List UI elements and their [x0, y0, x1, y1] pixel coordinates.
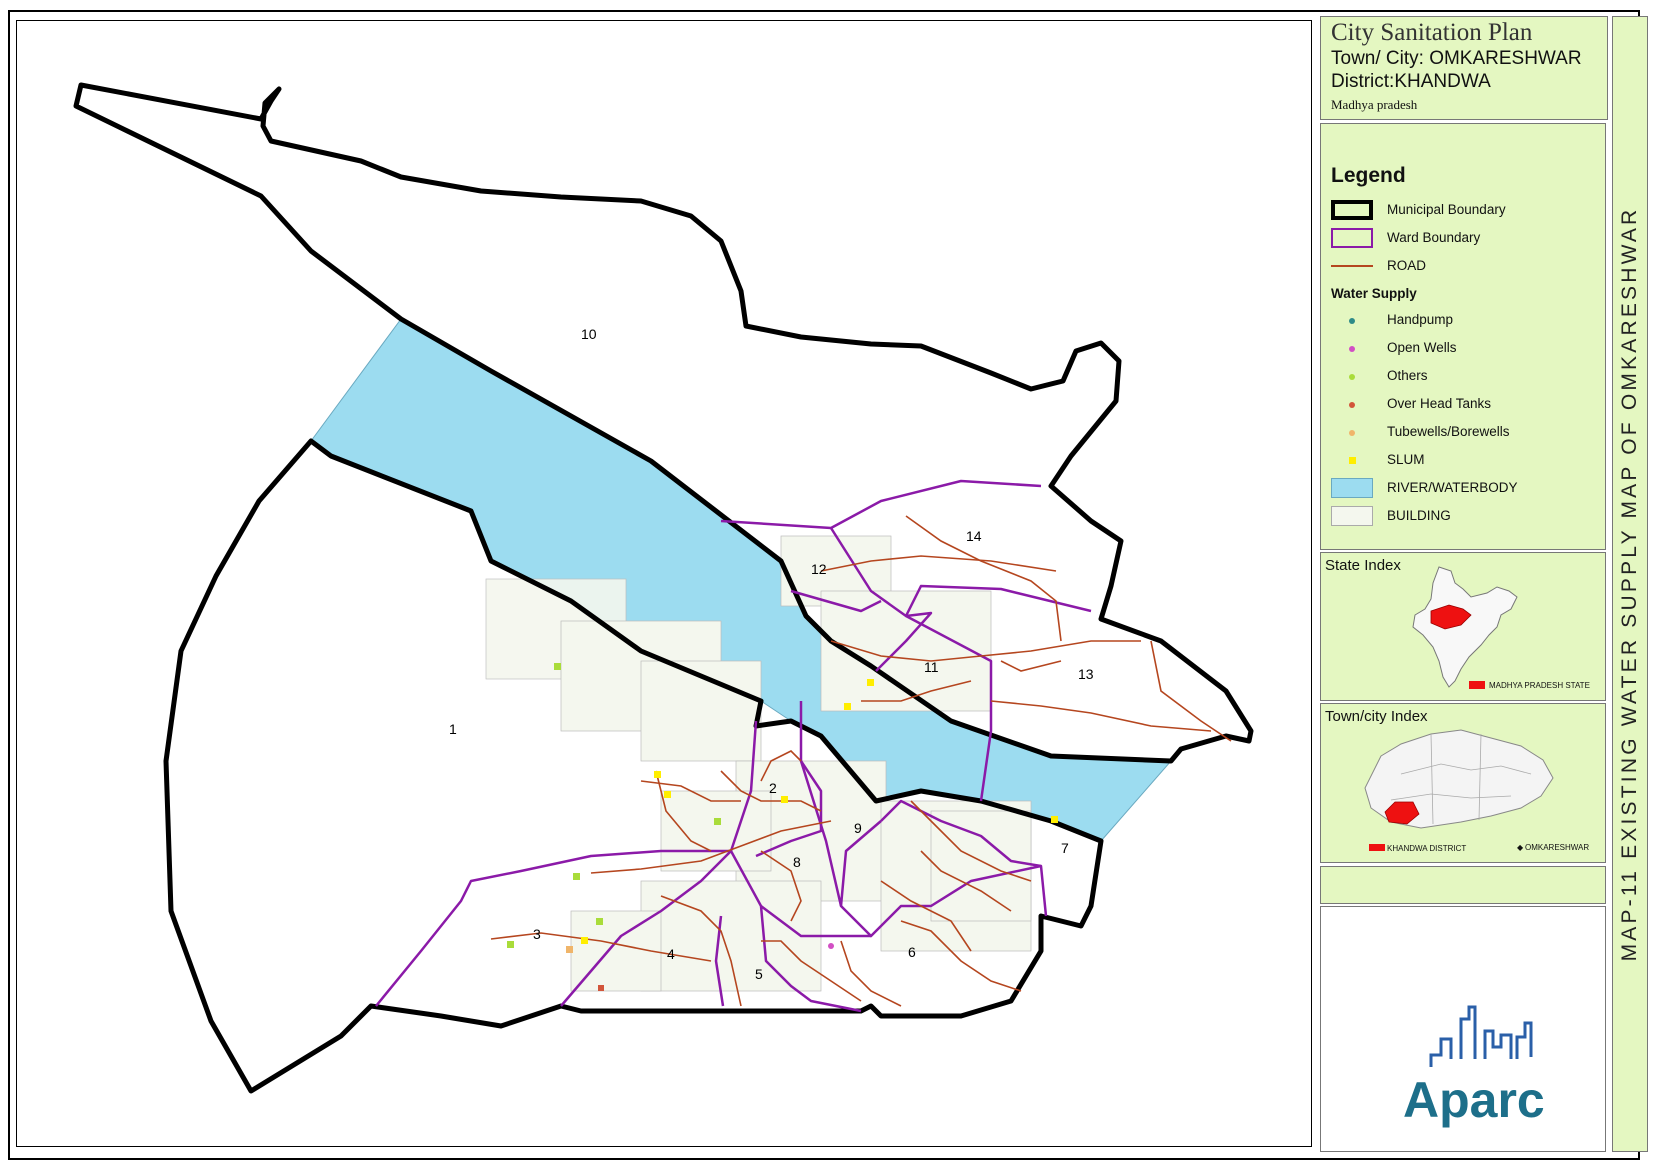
tubewell-icon — [1331, 422, 1373, 442]
legend-label: Others — [1387, 368, 1428, 383]
ward-label: 12 — [811, 561, 827, 577]
ward-label: 11 — [924, 659, 939, 675]
legend-label: Open Wells — [1387, 340, 1457, 355]
municipal-boundary-swatch — [1331, 200, 1373, 220]
legend-label: SLUM — [1387, 452, 1425, 467]
logo-panel: Aparc — [1320, 906, 1606, 1152]
ward-label: 8 — [793, 854, 801, 870]
town-marker-icon: ◆ — [1517, 843, 1524, 852]
state-line: Madhya pradesh — [1331, 97, 1418, 112]
legend-label: ROAD — [1387, 258, 1427, 273]
open-well-icon — [1331, 338, 1373, 358]
legend-label: RIVER/WATERBODY — [1387, 480, 1518, 495]
ward-label: 9 — [854, 820, 862, 836]
town-index-panel: Town/city Index KHANDWA DISTRICT ◆ OMKAR… — [1320, 703, 1606, 863]
legend-title: Legend — [1331, 164, 1406, 187]
legend-item-building: BUILDING — [1331, 504, 1601, 528]
ward-label: 13 — [1078, 666, 1094, 682]
map-area: 1 2 3 4 5 6 7 8 9 10 11 12 13 14 — [16, 20, 1312, 1147]
blank-panel — [1320, 866, 1606, 904]
ward-boundary-swatch — [1331, 228, 1373, 248]
town-index-district-caption: KHANDWA DISTRICT — [1387, 844, 1466, 853]
legend-item-over-head-tanks: Over Head Tanks — [1331, 392, 1601, 416]
legend-item-road: ROAD — [1331, 254, 1601, 278]
city-skyline-icon: Aparc — [1403, 1005, 1545, 1128]
water-supply-heading: Water Supply — [1331, 286, 1417, 301]
ward-label: 7 — [1061, 840, 1069, 856]
legend-item-handpump: Handpump — [1331, 308, 1601, 332]
plan-title: City Sanitation Plan — [1331, 19, 1533, 46]
title-block: City Sanitation Plan Town/ City: OMKARES… — [1320, 16, 1608, 120]
town-line: Town/ City: OMKARESHWAR — [1331, 48, 1582, 69]
town-index-town-caption: OMKARESHWAR — [1525, 843, 1589, 852]
ward-label: 5 — [755, 966, 763, 982]
over-head-tank-icon — [1331, 394, 1373, 414]
map-side-title: MAP-11 EXISTING WATER SUPPLY MAP OF OMKA… — [1618, 206, 1641, 962]
legend-panel: Legend Municipal Boundary Ward Boundary … — [1320, 123, 1606, 550]
building-swatch — [1331, 506, 1373, 526]
legend-item-tubewells: Tubewells/Borewells — [1331, 420, 1601, 444]
state-index-caption: MADHYA PRADESH STATE — [1489, 681, 1590, 690]
road-swatch — [1331, 256, 1373, 276]
river-swatch — [1331, 478, 1373, 498]
ward-label: 14 — [966, 528, 982, 544]
legend-item-open-wells: Open Wells — [1331, 336, 1601, 360]
slum-icon — [1331, 450, 1373, 470]
ward-label: 1 — [449, 721, 457, 737]
ward-label: 10 — [581, 326, 597, 342]
state-index-panel: State Index MADHYA PRADESH STATE — [1320, 552, 1606, 701]
legend-label: Handpump — [1387, 312, 1454, 327]
handpump-icon — [1331, 310, 1373, 330]
legend-label: Municipal Boundary — [1387, 202, 1506, 217]
legend-item-municipal-boundary: Municipal Boundary — [1331, 198, 1601, 222]
logo-text: Aparc — [1403, 1072, 1545, 1128]
legend-label: BUILDING — [1387, 508, 1451, 523]
legend-item-others: Others — [1331, 364, 1601, 388]
side-title-strip: MAP-11 EXISTING WATER SUPPLY MAP OF OMKA… — [1612, 16, 1648, 1152]
legend-item-ward-boundary: Ward Boundary — [1331, 226, 1601, 250]
others-icon — [1331, 366, 1373, 386]
legend-label: Over Head Tanks — [1387, 396, 1492, 411]
legend-item-slum: SLUM — [1331, 448, 1601, 472]
legend-label: Tubewells/Borewells — [1387, 424, 1510, 439]
ward-label: 6 — [908, 944, 916, 960]
legend-label: Ward Boundary — [1387, 230, 1481, 245]
ward-label: 2 — [769, 780, 777, 796]
district-map-icon: KHANDWA DISTRICT ◆ OMKARESHWAR — [1364, 729, 1589, 853]
india-map-icon: MADHYA PRADESH STATE — [1412, 566, 1590, 690]
ward-label: 4 — [667, 946, 675, 962]
ward-label: 3 — [533, 926, 541, 942]
district-line: District:KHANDWA — [1331, 71, 1491, 92]
ward-map: 1 2 3 4 5 6 7 8 9 10 11 12 13 14 — [73, 82, 1254, 1094]
legend-item-river: RIVER/WATERBODY — [1331, 476, 1601, 500]
